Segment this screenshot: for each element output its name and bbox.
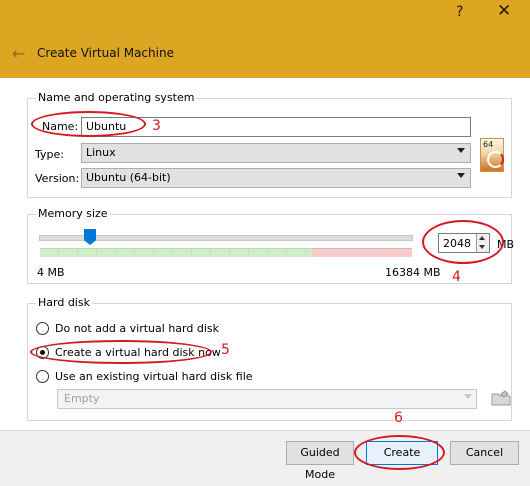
cancel-button[interactable]: Cancel bbox=[450, 441, 519, 465]
ubuntu-logo-icon bbox=[487, 151, 504, 168]
memory-unit: MB bbox=[497, 238, 515, 251]
hard-disk-group-title: Hard disk bbox=[36, 296, 92, 309]
ubuntu-64-icon: 64 bbox=[480, 138, 504, 172]
back-arrow-icon[interactable]: ← bbox=[12, 44, 25, 63]
chevron-down-icon bbox=[457, 148, 465, 153]
name-os-group-title: Name and operating system bbox=[36, 91, 197, 104]
chevron-down-icon bbox=[464, 394, 472, 399]
name-field[interactable]: Ubuntu bbox=[81, 117, 471, 137]
memory-min-label: 4 MB bbox=[37, 266, 65, 279]
title-bar: ? ✕ ← Create Virtual Machine bbox=[0, 0, 530, 78]
existing-disk-radio[interactable] bbox=[36, 370, 49, 383]
name-label: Name: bbox=[42, 120, 79, 133]
type-select-value: Linux bbox=[86, 146, 116, 159]
annotation-number-6: 6 bbox=[394, 410, 403, 426]
memory-decrement-button[interactable] bbox=[476, 243, 489, 252]
os-icon-badge: 64 bbox=[483, 140, 494, 149]
close-button[interactable]: ✕ bbox=[497, 1, 511, 21]
annotation-number-3: 3 bbox=[152, 118, 161, 134]
annotation-number-5: 5 bbox=[221, 342, 230, 358]
memory-slider-ticks bbox=[40, 249, 412, 255]
version-select-value: Ubuntu (64-bit) bbox=[86, 171, 171, 184]
existing-disk-select: Empty bbox=[57, 389, 477, 409]
existing-disk-label[interactable]: Use an existing virtual hard disk file bbox=[55, 370, 253, 383]
dialog-title: Create Virtual Machine bbox=[37, 46, 174, 60]
guided-mode-button[interactable]: Guided Mode bbox=[286, 441, 354, 481]
version-select[interactable]: Ubuntu (64-bit) bbox=[81, 168, 471, 188]
create-disk-radio[interactable] bbox=[36, 346, 49, 359]
create-button[interactable]: Create bbox=[366, 441, 438, 465]
chevron-down-icon bbox=[457, 173, 465, 178]
no-disk-radio[interactable] bbox=[36, 322, 49, 335]
memory-spinbox[interactable]: 2048 bbox=[438, 233, 490, 253]
version-label: Version: bbox=[35, 172, 80, 185]
no-disk-label[interactable]: Do not add a virtual hard disk bbox=[55, 322, 219, 335]
folder-icon bbox=[491, 390, 511, 406]
type-label: Type: bbox=[35, 148, 64, 161]
create-disk-label[interactable]: Create a virtual hard disk now bbox=[55, 346, 221, 359]
memory-max-label: 16384 MB bbox=[385, 266, 441, 279]
existing-disk-value: Empty bbox=[64, 392, 100, 405]
type-select[interactable]: Linux bbox=[81, 143, 471, 163]
memory-value: 2048 bbox=[443, 237, 471, 250]
annotation-number-4: 4 bbox=[452, 269, 461, 285]
help-button[interactable]: ? bbox=[456, 4, 463, 20]
memory-group-title: Memory size bbox=[36, 207, 110, 220]
